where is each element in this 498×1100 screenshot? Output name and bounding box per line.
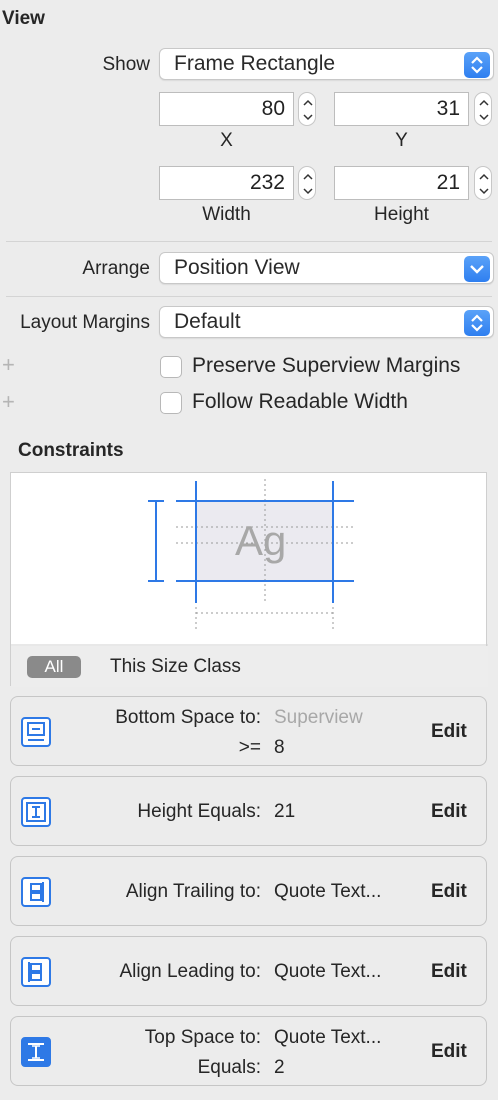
follow-readable-width-label: Follow Readable Width: [192, 390, 408, 413]
constraint-value: 21: [274, 801, 296, 822]
chevron-down-icon: [464, 256, 490, 282]
constraint-value: Quote Text...: [274, 1027, 382, 1048]
height-stepper[interactable]: [474, 166, 492, 200]
bottom-space-icon: [21, 717, 51, 747]
top-space-icon: [21, 1037, 51, 1067]
view-section-title: View: [2, 8, 45, 29]
align-trailing-icon: [21, 877, 51, 907]
edit-button[interactable]: Edit: [431, 1041, 467, 1063]
constraint-row[interactable]: Bottom Space to: Superview >= 8 Edit: [10, 696, 487, 766]
x-label: X: [220, 130, 233, 151]
width-label: Width: [202, 204, 251, 225]
constraints-section-title: Constraints: [18, 440, 124, 461]
arrange-popup[interactable]: Position View: [159, 252, 494, 284]
preserve-margins-checkbox[interactable]: [160, 356, 182, 378]
all-toggle-button[interactable]: All: [27, 656, 81, 678]
constraint-row[interactable]: Top Space to: Quote Text... Equals: 2 Ed…: [10, 1016, 487, 1086]
constraint-constant: 2: [274, 1057, 285, 1078]
layout-margins-label: Layout Margins: [20, 312, 150, 333]
constraint-row[interactable]: Height Equals: 21 Edit: [10, 776, 487, 846]
up-down-arrows-icon: [464, 52, 490, 78]
edit-button[interactable]: Edit: [431, 961, 467, 983]
layout-margins-popup-value: Default: [174, 310, 241, 333]
constraint-label: Top Space to:: [144, 1027, 261, 1048]
arrange-label: Arrange: [82, 258, 150, 279]
preserve-margins-label: Preserve Superview Margins: [192, 354, 461, 377]
show-label: Show: [102, 54, 150, 75]
constraints-diagram: Ag All This Size Class: [10, 472, 488, 687]
constraint-label: Align Trailing to:: [125, 881, 261, 902]
arrange-popup-value: Position View: [174, 256, 300, 279]
height-label: Height: [374, 204, 429, 225]
constraint-diagram-graphic: [11, 479, 488, 687]
y-stepper[interactable]: [474, 92, 492, 126]
add-variation-button[interactable]: +: [2, 389, 15, 415]
show-popup[interactable]: Frame Rectangle: [159, 48, 494, 80]
width-stepper[interactable]: [298, 166, 316, 200]
width-field[interactable]: 232: [159, 166, 294, 200]
constraint-relation: Equals:: [197, 1057, 261, 1078]
edit-button[interactable]: Edit: [431, 721, 467, 743]
divider: [6, 296, 492, 297]
show-popup-value: Frame Rectangle: [174, 52, 336, 75]
align-leading-icon: [21, 957, 51, 987]
edit-button[interactable]: Edit: [431, 801, 467, 823]
follow-readable-width-checkbox[interactable]: [160, 392, 182, 414]
sample-text: Ag: [235, 517, 287, 564]
size-class-label[interactable]: This Size Class: [110, 656, 241, 678]
height-field[interactable]: 21: [334, 166, 469, 200]
constraint-label: Align Leading to:: [119, 961, 261, 982]
up-down-arrows-icon: [464, 310, 490, 336]
layout-margins-popup[interactable]: Default: [159, 306, 494, 338]
y-label: Y: [395, 130, 408, 151]
height-icon: [21, 797, 51, 827]
constraint-relation: >=: [238, 737, 261, 758]
constraint-row[interactable]: Align Leading to: Quote Text... Edit: [10, 936, 487, 1006]
constraint-row[interactable]: Align Trailing to: Quote Text... Edit: [10, 856, 487, 926]
divider: [6, 241, 492, 242]
constraint-label: Bottom Space to:: [115, 707, 261, 728]
constraint-label: Height Equals:: [137, 801, 261, 822]
edit-button[interactable]: Edit: [431, 881, 467, 903]
x-stepper[interactable]: [298, 92, 316, 126]
x-field[interactable]: 80: [159, 92, 294, 126]
y-field[interactable]: 31: [334, 92, 469, 126]
add-variation-button[interactable]: +: [2, 352, 15, 378]
constraint-value: Quote Text...: [274, 961, 382, 982]
constraint-value: Quote Text...: [274, 881, 382, 902]
constraint-value: Superview: [274, 707, 363, 728]
constraint-constant: 8: [274, 737, 285, 758]
